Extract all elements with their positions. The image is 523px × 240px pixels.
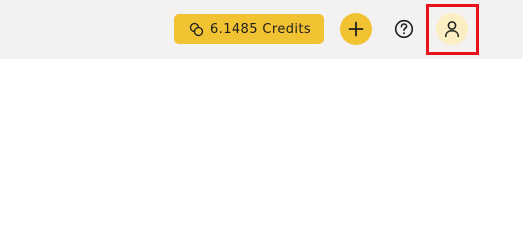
question-circle-icon (394, 19, 414, 39)
plus-icon (348, 21, 364, 37)
credits-button[interactable]: 6.1485 Credits (174, 14, 324, 44)
add-button[interactable] (340, 13, 372, 45)
coins-icon (189, 22, 204, 37)
credits-label: 6.1485 Credits (210, 21, 312, 37)
top-bar: 6.1485 Credits (0, 0, 523, 59)
help-button[interactable] (393, 18, 415, 40)
profile-highlight-box (426, 4, 479, 55)
